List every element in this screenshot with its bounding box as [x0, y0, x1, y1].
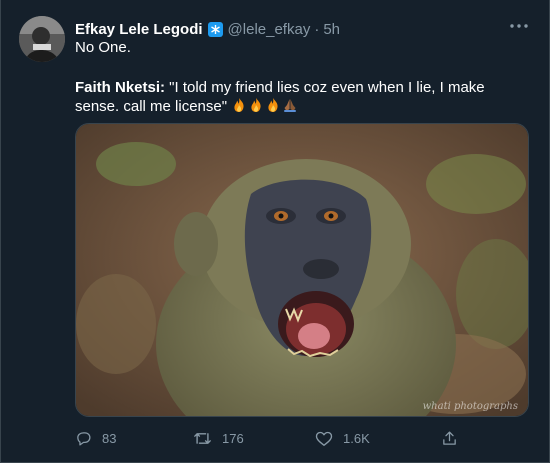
fire-emoji: [265, 97, 281, 113]
retweet-button[interactable]: 176: [193, 428, 244, 448]
verified-badge-icon: [207, 21, 223, 37]
display-name[interactable]: Efkay Lele Legodi: [75, 21, 203, 38]
retweet-count: 176: [222, 430, 244, 446]
retweet-icon: [194, 432, 211, 444]
tweet-actions: 83 176 1.6K: [75, 428, 485, 448]
fire-emoji: [231, 97, 247, 113]
tweet-header: Efkay Lele Legodi @lele_efkay · 5h: [75, 19, 509, 39]
reply-icon: [77, 431, 91, 446]
share-button[interactable]: [441, 428, 468, 448]
like-count: 1.6K: [343, 430, 370, 446]
tweet-line-1: No One.: [75, 39, 131, 56]
separator-dot: ·: [314, 20, 320, 38]
user-handle[interactable]: @lele_efkay: [228, 21, 311, 38]
reply-count: 83: [102, 430, 117, 446]
tweet-text: No One. Faith Nketsi: "I told my friend …: [75, 38, 525, 117]
share-icon: [443, 430, 456, 445]
praying-hands-emoji: [282, 97, 298, 113]
avatar[interactable]: [19, 16, 65, 62]
reply-button[interactable]: 83: [75, 428, 116, 448]
quote-author: Faith Nketsi:: [75, 78, 166, 96]
tweet-timestamp[interactable]: 5h: [323, 21, 340, 38]
like-button[interactable]: 1.6K: [315, 428, 370, 448]
baboon-photo: [76, 124, 528, 416]
like-icon: [315, 431, 333, 446]
photo-watermark: whati photographs: [422, 401, 518, 412]
quoted-statement: Faith Nketsi: "I told my friend lies coz…: [75, 78, 525, 117]
tweet-card[interactable]: Efkay Lele Legodi @lele_efkay · 5h No On…: [0, 0, 550, 463]
fire-emoji: [248, 97, 264, 113]
tweet-media-image[interactable]: whati photographs: [75, 123, 529, 417]
more-icon[interactable]: [509, 16, 529, 36]
